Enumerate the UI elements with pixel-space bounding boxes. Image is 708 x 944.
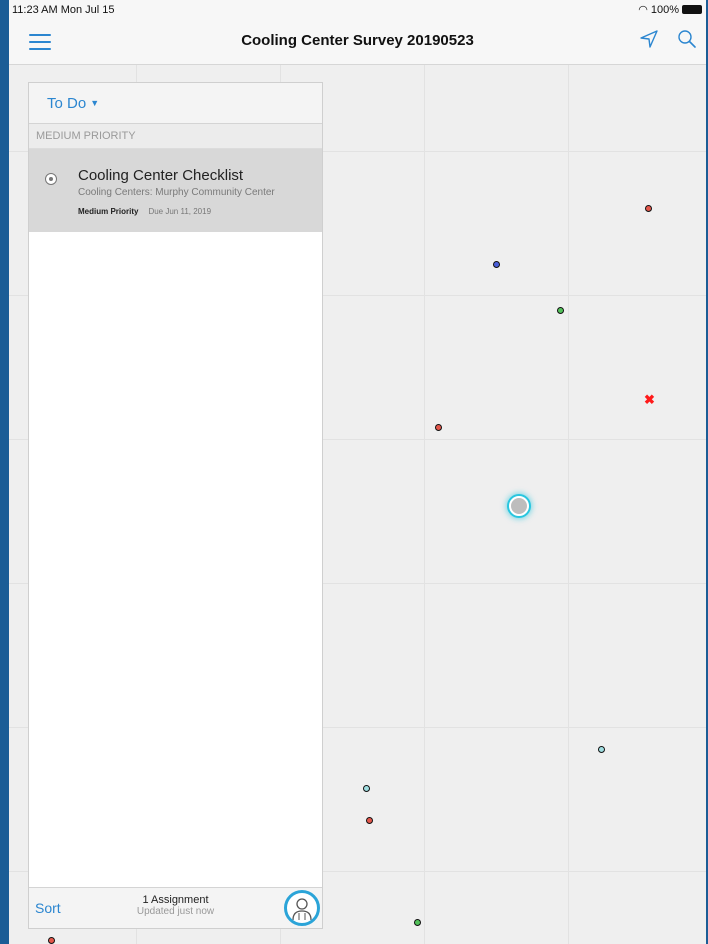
search-icon[interactable] (676, 28, 698, 55)
status-indicators: ◠ 100% (638, 3, 702, 16)
map-point[interactable] (557, 307, 564, 314)
map-point[interactable] (366, 817, 373, 824)
status-time: 11:23 AM Mon Jul 15 (12, 4, 115, 16)
panel-footer: Sort 1 Assignment Updated just now (29, 887, 322, 928)
map-point[interactable] (598, 746, 605, 753)
updated-status: Updated just now (136, 906, 215, 917)
assignment-row[interactable]: Cooling Center Checklist Cooling Centers… (29, 149, 322, 232)
map-point[interactable] (363, 785, 370, 792)
assignment-title: Cooling Center Checklist (78, 167, 244, 184)
profile-icon[interactable] (284, 890, 320, 926)
navigation-arrow-icon[interactable] (638, 28, 660, 55)
map-point[interactable] (435, 424, 442, 431)
map-point[interactable] (645, 205, 652, 212)
assignment-summary: 1 Assignment Updated just now (29, 894, 322, 917)
battery-percent: 100% (650, 3, 679, 16)
section-header: MEDIUM PRIORITY (29, 124, 322, 149)
page-title: Cooling Center Survey 20190523 (241, 32, 474, 49)
map-point[interactable] (414, 919, 421, 926)
radio-icon[interactable] (45, 173, 57, 185)
due-date: Due Jun 11, 2019 (148, 207, 212, 216)
current-location-icon (509, 496, 529, 516)
app-window: 11:23 AM Mon Jul 15 ◠ 100% Cooling Cente… (9, 0, 706, 944)
priority-label: Medium Priority (78, 207, 139, 216)
panel-header: To Do ▼ (29, 83, 322, 124)
filter-dropdown[interactable]: To Do ▼ (47, 95, 99, 112)
assignment-panel: To Do ▼ MEDIUM PRIORITY Cooling Center C… (28, 82, 323, 929)
assignment-meta: Medium Priority Due Jun 11, 2019 (78, 207, 211, 216)
wifi-icon: ◠ (638, 4, 648, 16)
navigation-bar: Cooling Center Survey 20190523 (9, 20, 706, 65)
map-point[interactable] (493, 261, 500, 268)
battery-icon (682, 5, 702, 14)
assignment-count: 1 Assignment (142, 894, 209, 906)
status-bar: 11:23 AM Mon Jul 15 ◠ 100% (9, 0, 706, 20)
assignment-subtitle: Cooling Centers: Murphy Community Center (78, 187, 275, 198)
x-marker-icon[interactable]: ✖ (644, 392, 655, 408)
filter-label: To Do (47, 94, 87, 112)
map-point[interactable] (48, 937, 55, 944)
caret-down-icon: ▼ (90, 98, 100, 108)
